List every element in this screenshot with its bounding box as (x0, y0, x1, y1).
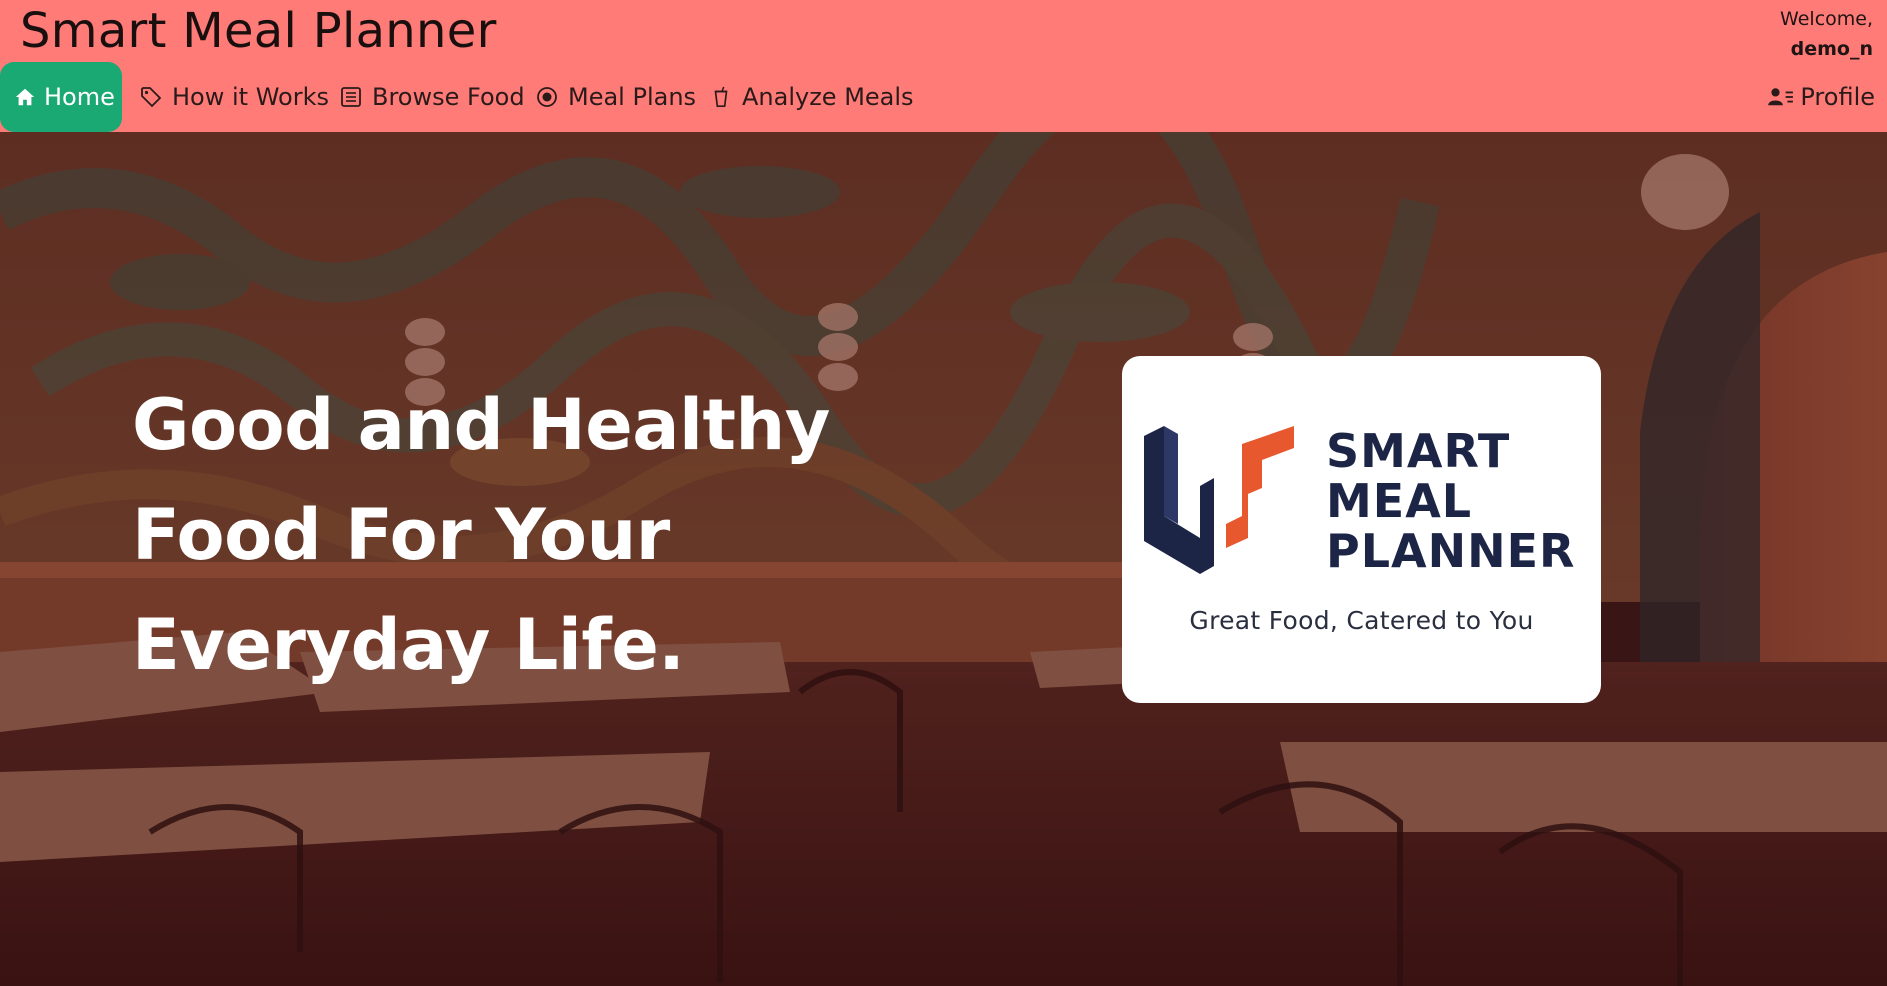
app-title[interactable]: Smart Meal Planner (20, 0, 497, 62)
logo-line-3: PLANNER (1326, 524, 1576, 578)
cup-icon (708, 84, 734, 110)
nav-how-it-works[interactable]: How it Works (138, 62, 329, 132)
welcome-block: Welcome, demo_n (1780, 4, 1873, 64)
nav-browse-food-label: Browse Food (372, 83, 525, 111)
nav-meal-plans-label: Meal Plans (568, 83, 697, 111)
username: demo_n (1790, 38, 1873, 60)
headline-line-2: Food For Your (132, 494, 670, 576)
hero-headline: Good and Healthy Food For Your Everyday … (132, 370, 892, 700)
top-header: Smart Meal Planner Welcome, demo_n Home … (0, 0, 1887, 132)
profile-label: Profile (1800, 83, 1875, 111)
nav-analyze-meals[interactable]: Analyze Meals (708, 62, 914, 132)
welcome-label: Welcome, (1780, 8, 1873, 30)
logo-card: SMART MEAL PLANNER Great Food, Catered t… (1122, 356, 1601, 703)
logo-line-1: SMART (1326, 424, 1511, 478)
home-icon (14, 84, 36, 110)
document-list-icon (338, 84, 364, 110)
smart-meal-planner-logo-icon (1144, 426, 1294, 574)
nav-home[interactable]: Home (0, 62, 122, 132)
user-list-icon (1768, 84, 1794, 110)
logo-wordmark: SMART MEAL PLANNER (1326, 426, 1575, 576)
nav-profile[interactable]: Profile (1768, 62, 1875, 132)
logo-line-2: MEAL (1326, 474, 1473, 528)
hero-section: Good and Healthy Food For Your Everyday … (0, 132, 1887, 986)
headline-line-1: Good and Healthy (132, 384, 830, 466)
headline-line-3: Everyday Life. (132, 604, 685, 686)
target-icon (534, 84, 560, 110)
nav-home-label: Home (44, 83, 115, 111)
tag-icon (138, 84, 164, 110)
nav-browse-food[interactable]: Browse Food (338, 62, 525, 132)
nav-analyze-meals-label: Analyze Meals (742, 83, 914, 111)
nav-meal-plans[interactable]: Meal Plans (534, 62, 696, 132)
logo-tagline: Great Food, Catered to You (1189, 606, 1534, 635)
nav-how-it-works-label: How it Works (172, 83, 329, 111)
